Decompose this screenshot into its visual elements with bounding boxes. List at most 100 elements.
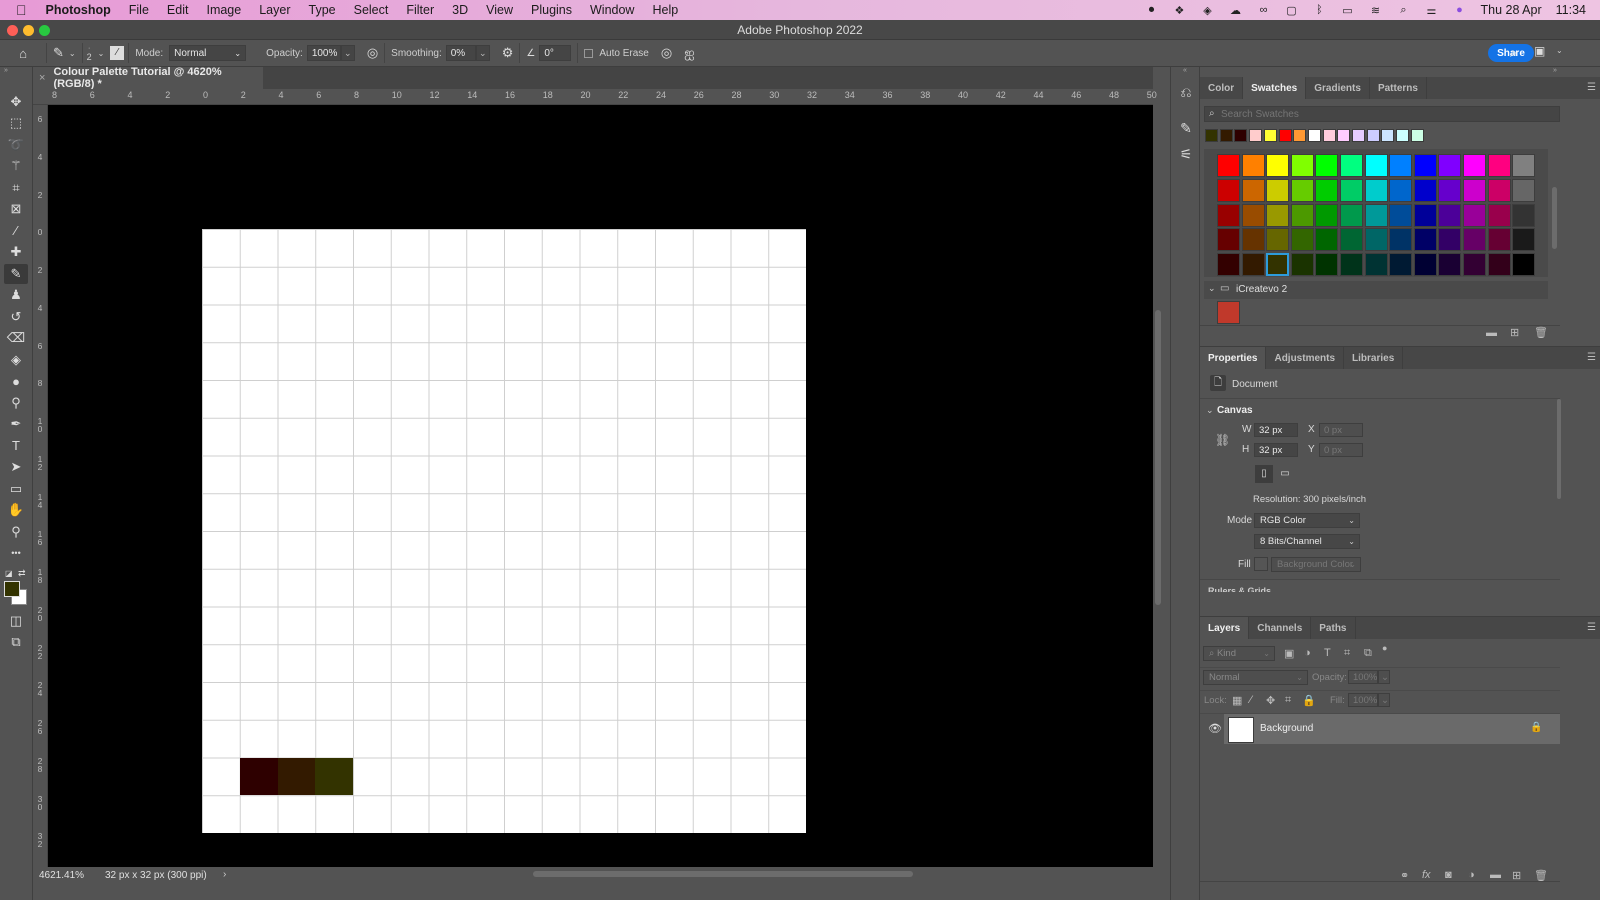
fill-color-swatch[interactable] [1254,557,1268,571]
color-swatch[interactable] [1438,253,1462,277]
pressure-opacity-icon[interactable]: ◎ [367,45,378,61]
menu-file[interactable]: File [120,3,158,17]
color-swatch[interactable] [1241,178,1265,202]
mode-select[interactable]: Normal ⌄ [169,45,247,61]
color-swatch[interactable] [1512,253,1536,277]
color-swatch[interactable] [1463,253,1486,277]
color-swatch[interactable] [1487,178,1511,202]
recent-swatch[interactable] [1366,129,1380,142]
color-swatch[interactable] [1340,228,1363,252]
menu-window[interactable]: Window [581,3,643,17]
swatches-scrollbar-thumb[interactable] [1552,187,1557,249]
smoothing-input[interactable]: 0% [445,45,476,61]
group-color-swatch[interactable] [1217,301,1240,324]
tab-libraries[interactable]: Libraries [1344,347,1404,369]
layer-fill-dropdown[interactable]: ⌄ [1378,693,1390,707]
color-swatch[interactable] [1364,228,1388,252]
recent-swatch[interactable] [1234,129,1248,142]
menu-time[interactable]: 11:34 [1556,3,1586,17]
new-swatch-icon[interactable]: ⊞ [1510,326,1519,339]
new-group-folder-icon[interactable]: ▬ [1486,327,1497,339]
color-swatch[interactable] [1463,178,1486,202]
filter-pixel-icon[interactable]: ▣ [1284,647,1294,660]
recent-swatch[interactable] [1205,129,1218,142]
document-canvas[interactable] [202,229,806,833]
layer-opacity-dropdown[interactable]: ⌄ [1378,670,1390,684]
rulers-grids-section[interactable]: Rulers & Grids [1208,587,1408,592]
opacity-dropdown[interactable]: ⌄ [340,45,355,61]
color-swatch[interactable] [1487,203,1511,227]
foreground-color-swatch[interactable] [4,581,20,597]
layer-fx-icon[interactable]: fx [1422,869,1431,881]
pencil-preset-icon[interactable]: ✎ [53,45,64,61]
smoothing-dropdown[interactable]: ⌄ [475,45,490,61]
tab-paths[interactable]: Paths [1311,617,1356,639]
color-swatch[interactable] [1364,203,1388,227]
color-swatch[interactable] [1389,203,1413,227]
history-panel-icon[interactable]: ⎌ [1175,81,1197,103]
menu-select[interactable]: Select [345,3,398,17]
color-swatch[interactable] [1463,228,1486,252]
height-input[interactable]: 32 px [1254,443,1298,457]
blur-tool-icon[interactable]: ● [4,371,28,391]
tab-color[interactable]: Color [1200,77,1244,99]
screen-mode-icon[interactable]: ⧉ [4,632,28,652]
color-swatch[interactable] [1241,203,1265,227]
width-input[interactable]: 32 px [1254,423,1298,437]
color-swatch[interactable] [1290,154,1314,177]
color-swatch[interactable] [1217,178,1240,202]
lock-position-icon[interactable]: ✥ [1266,694,1275,707]
angle-input[interactable]: 0° [539,45,572,61]
layer-name[interactable]: Background [1260,723,1313,734]
layer-row-background[interactable]: 👁 Background 🔒 [1200,714,1560,744]
color-swatch[interactable] [1364,178,1388,202]
color-swatch[interactable] [1266,228,1290,252]
landscape-orientation-icon[interactable]: ▭ [1277,467,1293,481]
siri-icon[interactable]: ● [1452,3,1466,17]
color-swatch[interactable] [1241,154,1265,177]
color-swatch[interactable] [1364,154,1388,177]
history-brush-tool-icon[interactable]: ↺ [4,307,28,327]
filter-toggle-icon[interactable]: ● [1382,643,1387,653]
pen-tool-icon[interactable]: ✒ [4,414,28,434]
crop-tool-icon[interactable]: ⌗ [4,178,28,198]
recent-swatch[interactable] [1322,129,1336,142]
color-swatch[interactable] [1512,154,1536,177]
layers-stack-icon[interactable]: ◈ [1200,3,1214,17]
recent-swatch[interactable] [1249,129,1263,142]
clone-stamp-tool-icon[interactable]: ♟ [4,285,28,305]
canvas-section-chevron-icon[interactable]: ⌄ [1206,405,1214,416]
status-menu-chevron-icon[interactable]: › [223,869,226,880]
eyedropper-tool-icon[interactable]: ⁄ [4,221,28,241]
color-swatch[interactable] [1389,154,1413,177]
filter-adjustment-icon[interactable]: ◑ [1304,647,1311,659]
recent-swatch[interactable] [1396,129,1410,142]
y-input[interactable]: 0 px [1319,443,1363,457]
zoom-level[interactable]: 4621.41% [39,870,84,881]
color-mode-select[interactable]: RGB Color ⌄ [1254,513,1360,528]
color-swatch[interactable] [1438,154,1462,177]
horizontal-ruler[interactable]: 8 6 4 2 0 2 4 6 8 10 12 14 16 18 20 22 24 26 28 30 32 34 36 38 4… [33,89,1157,105]
swap-colors-icon[interactable]: ⇄ [18,568,26,579]
color-swatch[interactable] [1413,203,1437,227]
auto-erase-label[interactable]: Auto Erase [599,48,648,59]
color-swatch[interactable] [1315,154,1339,177]
fill-select[interactable]: Background Color ⌄ [1271,557,1361,572]
tab-properties[interactable]: Properties [1200,347,1267,369]
tab-patterns[interactable]: Patterns [1370,77,1427,99]
new-layer-icon[interactable]: ⊞ [1512,869,1521,882]
menu-plugins[interactable]: Plugins [522,3,581,17]
tab-adjustments[interactable]: Adjustments [1266,347,1345,369]
menu-layer[interactable]: Layer [250,3,299,17]
filter-type-icon[interactable]: T [1324,647,1331,659]
layer-lock-icon[interactable]: 🔒 [1530,722,1542,733]
link-dimensions-icon[interactable]: ⛓ [1215,433,1230,447]
color-swatch[interactable] [1315,178,1339,202]
color-swatch[interactable] [1438,178,1462,202]
color-swatch[interactable] [1512,178,1536,202]
toolbar-collapse-icon[interactable]: » [0,67,32,75]
color-swatch[interactable] [1389,253,1413,277]
menu-filter[interactable]: Filter [397,3,443,17]
recent-swatch[interactable] [1352,129,1365,142]
symmetry-butterfly-icon[interactable]: ஐ [684,45,694,62]
